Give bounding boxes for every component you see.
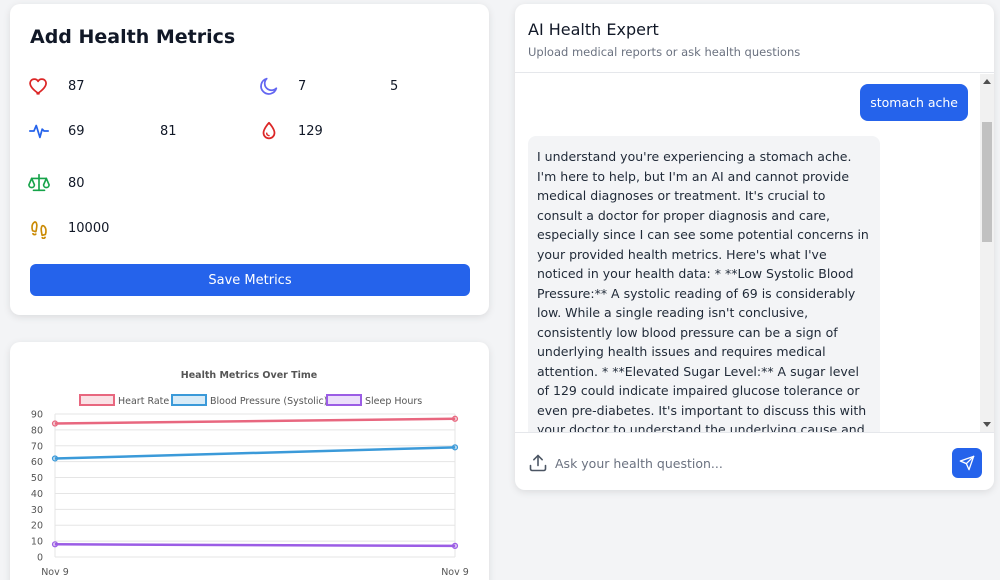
metrics-title: Add Health Metrics bbox=[30, 26, 236, 48]
legend-label[interactable]: Sleep Hours bbox=[365, 396, 422, 407]
heart-rate-input[interactable]: 87 bbox=[68, 79, 85, 94]
data-point[interactable] bbox=[451, 542, 459, 549]
scroll-down-arrow-icon[interactable] bbox=[983, 422, 991, 427]
pulse-icon bbox=[28, 124, 50, 139]
x-tick-label: Nov 9 bbox=[441, 567, 469, 578]
data-point[interactable] bbox=[51, 541, 59, 548]
steps-input[interactable]: 10000 bbox=[68, 221, 109, 236]
y-tick-label: 10 bbox=[31, 537, 43, 548]
chart-series bbox=[51, 415, 459, 549]
y-tick-label: 0 bbox=[37, 553, 43, 564]
scroll-thumb[interactable] bbox=[982, 122, 992, 242]
chart-title: Health Metrics Over Time bbox=[181, 370, 317, 381]
health-metrics-chart: Health Metrics Over Time Heart Rate Blood… bbox=[31, 370, 469, 578]
ai-message: I understand you're experiencing a stoma… bbox=[528, 136, 880, 432]
bp-diastolic-input[interactable]: 81 bbox=[160, 124, 177, 139]
data-point[interactable] bbox=[451, 415, 459, 422]
y-tick-label: 40 bbox=[31, 489, 43, 500]
sleep-hours-input[interactable]: 7 bbox=[298, 79, 306, 94]
x-tick-label: Nov 9 bbox=[41, 567, 69, 578]
legend-swatch[interactable] bbox=[171, 394, 207, 406]
chat-input-bar bbox=[515, 432, 994, 490]
y-tick-label: 90 bbox=[31, 410, 43, 421]
ai-title: AI Health Expert bbox=[528, 20, 659, 39]
scroll-up-arrow-icon[interactable] bbox=[983, 79, 991, 84]
send-icon bbox=[959, 455, 975, 471]
y-tick-label: 20 bbox=[31, 521, 43, 532]
scale-icon bbox=[28, 173, 50, 192]
ai-expert-card: AI Health Expert Upload medical reports … bbox=[515, 4, 994, 490]
ai-subtitle: Upload medical reports or ask health que… bbox=[528, 45, 801, 59]
sleep-quality-input[interactable]: 5 bbox=[390, 79, 398, 94]
upload-icon[interactable] bbox=[528, 453, 548, 473]
chart-card: Health Metrics Over Time Heart Rate Blood… bbox=[10, 342, 489, 580]
chart-x-axis: Nov 9 Nov 9 bbox=[41, 567, 469, 578]
footprints-icon bbox=[31, 221, 47, 239]
send-button[interactable] bbox=[952, 448, 982, 478]
data-point[interactable] bbox=[51, 455, 59, 462]
legend-label[interactable]: Heart Rate bbox=[118, 396, 169, 407]
y-tick-label: 30 bbox=[31, 505, 43, 516]
legend-swatch[interactable] bbox=[79, 394, 115, 406]
bp-systolic-input[interactable]: 69 bbox=[68, 124, 85, 139]
legend-swatch[interactable] bbox=[326, 394, 362, 406]
chart-grid bbox=[54, 413, 456, 558]
user-message: stomach ache bbox=[860, 84, 968, 121]
y-tick-label: 60 bbox=[31, 457, 43, 468]
drop-icon bbox=[262, 121, 276, 140]
chat-area[interactable]: stomach ache I understand you're experie… bbox=[515, 74, 994, 432]
series-line bbox=[54, 446, 456, 460]
data-point[interactable] bbox=[451, 444, 459, 451]
y-tick-label: 50 bbox=[31, 473, 43, 484]
chat-scrollbar[interactable] bbox=[980, 74, 994, 432]
data-point[interactable] bbox=[51, 420, 59, 427]
save-metrics-button[interactable]: Save Metrics bbox=[30, 264, 470, 296]
sugar-input[interactable]: 129 bbox=[298, 124, 323, 139]
weight-input[interactable]: 80 bbox=[68, 176, 85, 191]
legend-label[interactable]: Blood Pressure (Systolic) bbox=[210, 396, 327, 407]
chart-y-axis: 0 10 20 30 40 50 60 70 80 90 bbox=[31, 410, 43, 564]
ai-header: AI Health Expert Upload medical reports … bbox=[515, 4, 994, 73]
y-tick-label: 70 bbox=[31, 441, 43, 452]
metrics-card: Add Health Metrics 87 7 5 69 81 129 80 1… bbox=[10, 4, 489, 315]
chat-input[interactable] bbox=[555, 449, 935, 477]
series-line bbox=[54, 417, 456, 425]
moon-icon bbox=[260, 77, 278, 95]
chart-legend: Heart Rate Blood Pressure (Systolic) Sleep… bbox=[79, 394, 422, 407]
heart-icon bbox=[29, 78, 47, 95]
y-tick-label: 80 bbox=[31, 425, 43, 436]
series-line bbox=[54, 543, 456, 548]
